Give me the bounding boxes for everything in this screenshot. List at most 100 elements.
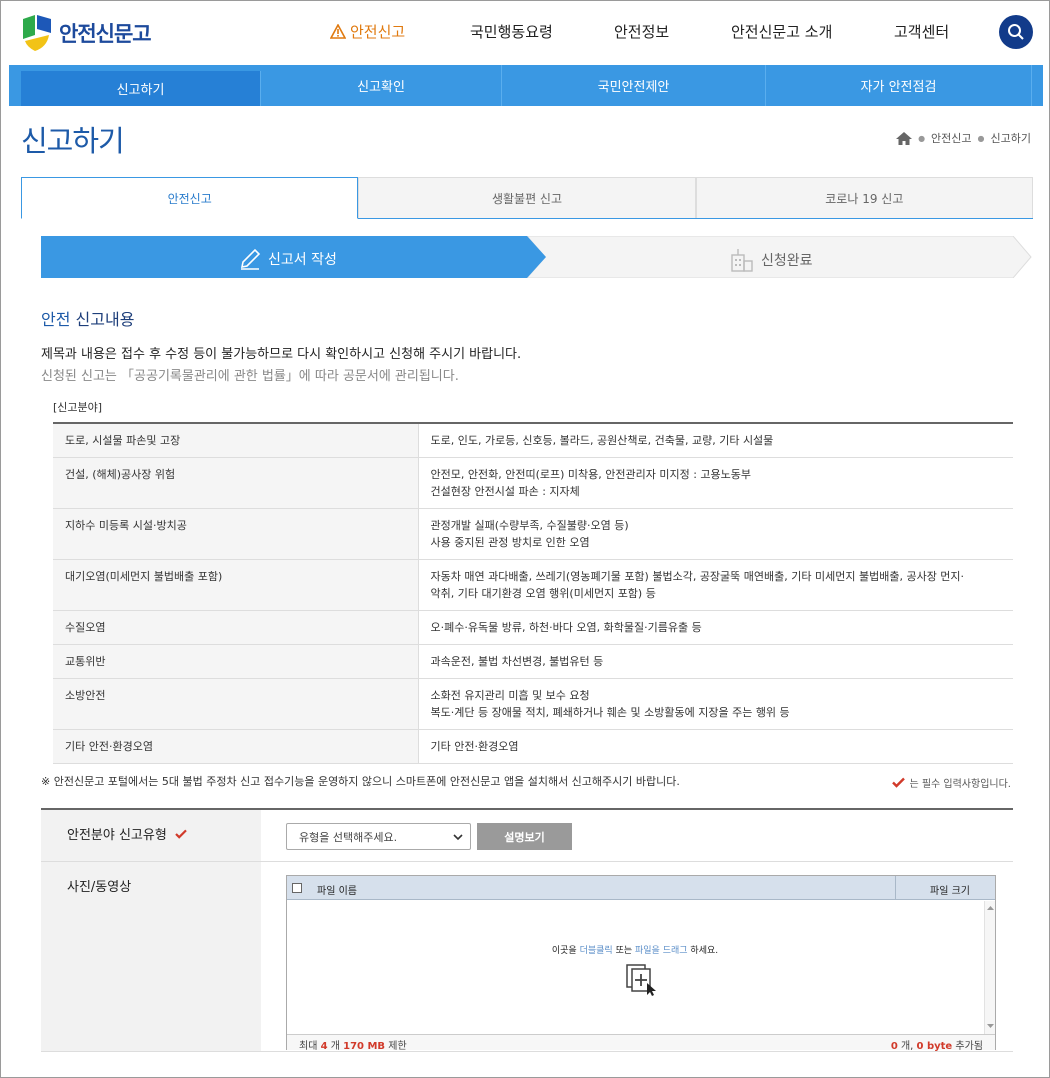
category-name: 대기오염(미세먼지 불법배출 포함) — [53, 559, 419, 611]
category-description: 오·폐수·유독물 방류, 하천·바다 오염, 화학물질·기름유출 등 — [418, 610, 1013, 645]
required-note-text: 는 필수 입력사항입니다. — [909, 779, 1011, 790]
category-name: 도로, 시설물 파손및 고장 — [53, 423, 419, 458]
add-file-icon — [626, 964, 656, 996]
file-uploader[interactable]: 파일 이름 파일 크기 이곳을 더블클릭 또는 파일을 드래그 하세요. 최대 … — [286, 875, 996, 1052]
page-title: 신고하기 — [21, 126, 125, 158]
drop-zone-message: 이곳을 더블클릭 또는 파일을 드래그 하세요. — [287, 943, 983, 956]
section-title-highlight: 안전 — [41, 310, 71, 329]
drop-msg-drag: 파일을 드래그 — [635, 946, 688, 956]
uploader-footer: 최대 4 개 170 MB 제한 0 개, 0 byte 추가됨 — [287, 1034, 995, 1052]
nav-label: 안전신고 — [350, 23, 406, 41]
tab-covid-report[interactable]: 코로나 19 신고 — [695, 177, 1033, 218]
category-name: 기타 안전·환경오염 — [53, 729, 419, 764]
type-select[interactable]: 유형을 선택해주세요. — [286, 823, 471, 850]
category-description: 안전모, 안전화, 안전띠(로프) 미착용, 안전관리자 미지정 : 고용노동부… — [418, 457, 1013, 509]
limit-size: 170 MB — [343, 1041, 386, 1052]
header: 안전신문고 안전신고 국민행동요령 안전정보 안전신문고 소개 고객센터 — [1, 1, 1049, 65]
footnote-parking: ※ 안전신문고 포털에서는 5대 불법 주정차 신고 접수기능을 운영하지 않으… — [41, 775, 680, 788]
steps-background — [41, 236, 1032, 278]
category-name: 수질오염 — [53, 610, 419, 645]
notice-edit-warning: 제목과 내용은 접수 후 수정 등이 불가능하므로 다시 확인하시고 신청해 주… — [41, 347, 522, 362]
upload-status: 0 개, 0 byte 추가됨 — [891, 1037, 983, 1052]
category-desc-line: 기타 안전·환경오염 — [430, 740, 519, 753]
logo-shield-icon — [23, 15, 51, 51]
category-row: 수질오염 오·폐수·유독물 방류, 하천·바다 오염, 화학물질·기름유출 등 — [53, 610, 1013, 645]
report-form: 안전분야 신고유형 유형을 선택해주세요. 설명보기 사진/동영상 파일 이름 — [41, 808, 1013, 1052]
category-row: 기타 안전·환경오염 기타 안전·환경오염 — [53, 729, 1013, 764]
form-row-media: 사진/동영상 파일 이름 파일 크기 이곳을 더블클릭 또는 파일을 드래그 하… — [41, 862, 1013, 1052]
breadcrumb-separator: ● — [918, 133, 926, 143]
column-file-name: 파일 이름 — [317, 886, 357, 897]
nav-about[interactable]: 안전신문고 소개 — [731, 21, 832, 42]
uploader-scrollbar[interactable] — [984, 901, 995, 1034]
category-name: 지하수 미등록 시설·방치공 — [53, 508, 419, 560]
nav-customer-center[interactable]: 고객센터 — [894, 21, 949, 42]
site-logo[interactable]: 안전신문고 — [21, 13, 152, 53]
chevron-down-icon — [453, 834, 463, 841]
category-desc-line: 복도·계단 등 장애물 적치, 폐쇄하거나 훼손 및 소방활동에 지장을 주는 … — [430, 706, 790, 719]
subnav-check[interactable]: 신고확인 — [261, 65, 502, 106]
limit-count: 4 — [320, 1041, 328, 1052]
step-complete: 신청완료 — [729, 247, 813, 273]
category-name: 교통위반 — [53, 644, 419, 679]
subnav-proposal[interactable]: 국민안전제안 — [502, 65, 766, 106]
building-icon — [731, 249, 753, 272]
category-desc-line: 도로, 인도, 가로등, 신호등, 볼라드, 공원산책로, 건축물, 교량, 기… — [430, 434, 774, 447]
media-label: 사진/동영상 — [41, 862, 261, 1051]
status-text: 개, — [897, 1041, 917, 1052]
type-label: 안전분야 신고유형 — [41, 810, 261, 861]
added-count: 0 — [890, 1041, 898, 1052]
type-label-text: 안전분야 신고유형 — [67, 828, 167, 843]
select-all-checkbox[interactable] — [292, 883, 302, 893]
category-desc-line: 자동차 매연 과다배출, 쓰레기(영농폐기물 포함) 불법소각, 공장굴뚝 매연… — [430, 570, 965, 583]
step-complete-label: 신청완료 — [761, 253, 813, 269]
breadcrumb-separator: ● — [977, 133, 985, 143]
drop-msg-doubleclick: 더블클릭 — [579, 946, 613, 956]
report-tabs: 안전신고 생활불편 신고 코로나 19 신고 — [21, 177, 1033, 219]
drop-zone[interactable]: 이곳을 더블클릭 또는 파일을 드래그 하세요. — [287, 901, 983, 1034]
breadcrumb-current: 신고하기 — [990, 132, 1031, 145]
drop-msg-text: 또는 — [612, 946, 635, 956]
view-description-button[interactable]: 설명보기 — [477, 823, 572, 850]
nav-safety-report[interactable]: 안전신고 — [330, 21, 405, 42]
subnav-report[interactable]: 신고하기 — [21, 71, 261, 106]
scroll-up-icon[interactable] — [986, 904, 995, 912]
nav-action-guide[interactable]: 국민행동요령 — [470, 21, 553, 42]
category-description: 관정개발 실패(수량부족, 수질불량·오염 등) 사용 중지된 관정 방치로 인한… — [418, 508, 1013, 560]
nav-safety-info[interactable]: 안전정보 — [614, 21, 669, 42]
category-name: 소방안전 — [53, 678, 419, 730]
category-desc-line: 과속운전, 불법 차선변경, 불법유턴 등 — [430, 655, 604, 668]
page-frame: 안전신문고 안전신고 국민행동요령 안전정보 안전신문고 소개 고객센터 신고하… — [0, 0, 1050, 1078]
category-name: 건설, (해체)공사장 위험 — [53, 457, 419, 509]
tab-safety-report[interactable]: 안전신고 — [21, 177, 359, 219]
column-file-size: 파일 크기 — [930, 886, 970, 897]
category-desc-line: 악취, 기타 대기환경 오염 행위(미세먼지 포함) 등 — [430, 587, 656, 600]
breadcrumb-item[interactable]: 안전신고 — [931, 130, 971, 146]
limit-text: 최대 — [299, 1041, 321, 1052]
category-description: 도로, 인도, 가로등, 신호등, 볼라드, 공원산책로, 건축물, 교량, 기… — [418, 423, 1013, 458]
status-text: 추가됨 — [952, 1041, 983, 1052]
category-row: 소방안전 소화전 유지관리 미흡 및 보수 요청 복도·계단 등 장애물 적치, 폐… — [53, 678, 1013, 730]
search-button[interactable] — [999, 15, 1033, 49]
uploader-header: 파일 이름 파일 크기 — [287, 876, 995, 900]
category-desc-line: 소화전 유지관리 미흡 및 보수 요청 — [430, 689, 590, 702]
section-title: 안전 신고내용 — [41, 306, 134, 330]
scroll-down-icon[interactable] — [986, 1022, 995, 1030]
tab-inconvenience-report[interactable]: 생활불편 신고 — [358, 177, 696, 218]
limit-text: 제한 — [385, 1041, 407, 1052]
category-desc-line: 관정개발 실패(수량부족, 수질불량·오염 등) — [430, 519, 629, 532]
required-note: 는 필수 입력사항입니다. — [892, 775, 1011, 790]
category-row: 도로, 시설물 파손및 고장 도로, 인도, 가로등, 신호등, 볼라드, 공원산… — [53, 423, 1013, 458]
category-description: 과속운전, 불법 차선변경, 불법유턴 등 — [418, 644, 1013, 679]
subnav-self-check[interactable]: 자가 안전점검 — [766, 65, 1032, 106]
step-write-label: 신고서 작성 — [268, 252, 337, 268]
home-icon[interactable] — [896, 131, 913, 145]
logo-text: 안전신문고 — [59, 22, 152, 46]
column-divider — [895, 876, 896, 900]
category-table: 도로, 시설물 파손및 고장 도로, 인도, 가로등, 신호등, 볼라드, 공원산… — [53, 422, 1013, 764]
category-description: 소화전 유지관리 미흡 및 보수 요청복도·계단 등 장애물 적치, 폐쇄하거나… — [418, 678, 1013, 730]
added-bytes: 0 byte — [916, 1041, 953, 1052]
category-row: 교통위반 과속운전, 불법 차선변경, 불법유턴 등 — [53, 644, 1013, 679]
category-desc-line: 안전모, 안전화, 안전띠(로프) 미착용, 안전관리자 미지정 : 고용노동부 — [430, 468, 752, 481]
warning-icon — [330, 24, 346, 39]
